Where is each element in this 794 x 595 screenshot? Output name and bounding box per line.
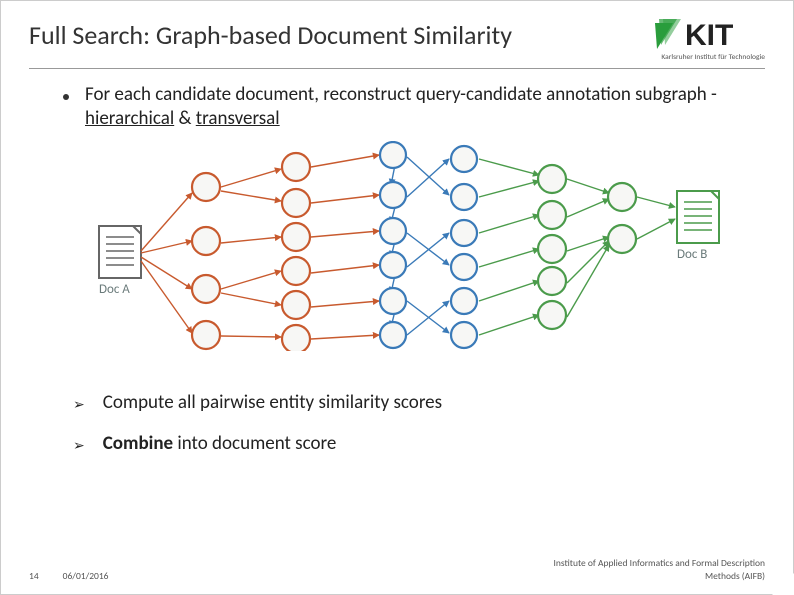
page-number: 14 [29,570,39,582]
slide-frame: Full Search: Graph-based Document Simila… [0,0,794,595]
content-area: For each candidate document, reconstruct… [29,83,765,456]
slide-title: Full Search: Graph-based Document Simila… [29,19,512,51]
kit-logo: KIT Karlsruher Institut für Technologie [655,19,765,62]
sub-bullet-list: ➢ Compute all pairwise entity similarity… [63,391,755,457]
graph-svg: Doc A Doc B [89,141,729,351]
institute-line-1: Institute of Applied Informatics and For… [554,557,766,569]
graph-diagram: Doc A Doc B [89,141,729,351]
header-row: Full Search: Graph-based Document Simila… [29,19,765,62]
bullet-underline-2: transversal [196,107,280,130]
doc-a-label: Doc A [99,282,130,297]
footer-left: 14 06/01/2016 [29,570,109,582]
sub-bullet-2-text: Combine into document score [103,432,755,456]
sub-bullet-2: ➢ Combine into document score [73,432,755,456]
sub-bullet-1: ➢ Compute all pairwise entity similarity… [73,391,755,415]
main-bullet: For each candidate document, reconstruct… [63,83,755,131]
main-bullet-text: For each candidate document, reconstruct… [85,83,755,131]
nodes [192,142,636,351]
sub-bullet-2-rest: into document score [173,432,336,455]
edges-green [479,159,675,335]
arrow-bullet-icon: ➢ [73,437,85,455]
arrow-bullet-icon: ➢ [73,396,85,414]
footer: 14 06/01/2016 Institute of Applied Infor… [29,557,765,582]
bullet-dot-icon [63,94,69,100]
kit-logo-svg: KIT [655,19,765,51]
doc-b-label: Doc B [677,247,707,262]
corner-cut [772,573,794,595]
sub-bullet-2-bold: Combine [103,432,173,455]
doc-b-icon [677,191,719,243]
footer-institute: Institute of Applied Informatics and For… [554,557,766,582]
divider [29,68,765,69]
svg-text:KIT: KIT [685,19,733,51]
bullet-amp: & [174,107,196,130]
edges-orange [141,155,379,339]
bullet-text-pre: For each candidate document, reconstruct… [85,83,717,106]
kit-subtitle: Karlsruher Institut für Technologie [655,53,765,62]
footer-date: 06/01/2016 [63,570,109,582]
bullet-underline-1: hierarchical [85,107,174,130]
doc-a-icon [99,226,141,278]
sub-bullet-1-text: Compute all pairwise entity similarity s… [103,391,755,415]
institute-line-2: Methods (AIFB) [705,570,765,582]
